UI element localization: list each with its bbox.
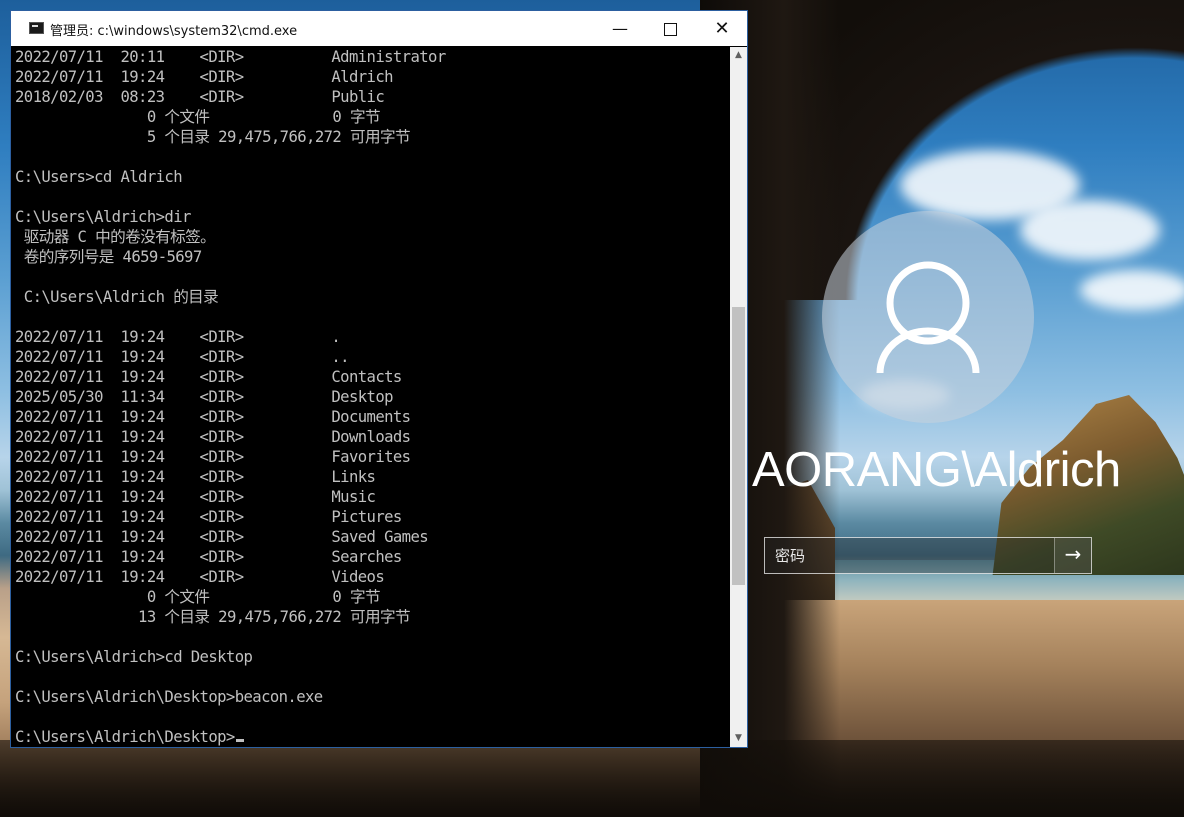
console-line: 2022/07/11 19:24 <DIR> Links xyxy=(15,468,376,486)
password-input[interactable] xyxy=(765,538,1056,573)
console-line: 2022/07/11 19:24 <DIR> Saved Games xyxy=(15,528,429,546)
text-cursor xyxy=(235,739,244,742)
window-title: 管理员: c:\windows\system32\cmd.exe xyxy=(50,24,298,39)
console-line: 2022/07/11 19:24 <DIR> Pictures xyxy=(15,508,402,526)
console-line: 13 个目录 29,475,766,272 可用字节 xyxy=(15,608,411,626)
user-avatar xyxy=(822,211,1034,423)
console-line: C:\Users\Aldrich 的目录 xyxy=(15,288,219,306)
minimize-button[interactable]: — xyxy=(597,11,643,46)
maximize-icon xyxy=(663,23,677,36)
console-line: 2025/05/30 11:34 <DIR> Desktop xyxy=(15,388,394,406)
console-line: 驱动器 C 中的卷没有标签。 xyxy=(15,228,216,246)
console-line: 2022/07/11 19:24 <DIR> Contacts xyxy=(15,368,402,386)
console-line: 2018/02/03 08:23 <DIR> Public xyxy=(15,88,385,106)
close-button[interactable]: ✕ xyxy=(699,11,745,46)
account-name: AORANG\Aldrich xyxy=(752,443,1121,497)
foreground-rocks xyxy=(0,740,1184,817)
console-line: 0 个文件 0 字节 xyxy=(15,588,381,606)
cmd-app-icon[interactable] xyxy=(29,22,44,34)
scroll-down-icon[interactable]: ▼ xyxy=(730,730,747,747)
vertical-scrollbar[interactable]: ▲ ▼ xyxy=(730,47,747,747)
console-line: 2022/07/11 19:24 <DIR> Aldrich xyxy=(15,68,394,86)
console-line: 2022/07/11 19:24 <DIR> Searches xyxy=(15,548,402,566)
console-line: 卷的序列号是 4659-5697 xyxy=(15,248,202,266)
console-line: 2022/07/11 19:24 <DIR> Downloads xyxy=(15,428,411,446)
console-line: C:\Users\Aldrich>dir xyxy=(15,208,191,226)
console-prompt-line[interactable]: C:\Users\Aldrich\Desktop> xyxy=(15,727,729,747)
console-line: 2022/07/11 19:24 <DIR> Videos xyxy=(15,568,385,586)
console-line: 2022/07/11 19:24 <DIR> .. xyxy=(15,348,350,366)
console-line: 2022/07/11 19:24 <DIR> Music xyxy=(15,488,376,506)
title-bar[interactable]: 管理员: c:\windows\system32\cmd.exe — ✕ xyxy=(11,11,747,46)
console-prompt: C:\Users\Aldrich\Desktop> xyxy=(15,728,235,746)
console-output[interactable]: 2022/07/11 20:11 <DIR> Administrator 2022… xyxy=(15,47,729,747)
scroll-up-icon[interactable]: ▲ xyxy=(730,47,747,64)
console-line: C:\Users\Aldrich\Desktop>beacon.exe xyxy=(15,688,323,706)
console-line: 0 个文件 0 字节 xyxy=(15,108,381,126)
console-line: C:\Users\Aldrich>cd Desktop xyxy=(15,648,253,666)
console-line: 2022/07/11 19:24 <DIR> . xyxy=(15,328,341,346)
console-line: C:\Users>cd Aldrich xyxy=(15,168,183,186)
password-box: → xyxy=(764,537,1092,574)
cmd-window[interactable]: 管理员: c:\windows\system32\cmd.exe — ✕ 202… xyxy=(10,10,748,748)
console-line: 2022/07/11 20:11 <DIR> Administrator xyxy=(15,48,446,66)
maximize-button[interactable] xyxy=(647,11,693,46)
console-line: 5 个目录 29,475,766,272 可用字节 xyxy=(15,128,411,146)
scroll-thumb[interactable] xyxy=(732,307,745,585)
user-icon xyxy=(876,261,980,374)
console-line: 2022/07/11 19:24 <DIR> Documents xyxy=(15,408,411,426)
console-line: 2022/07/11 19:24 <DIR> Favorites xyxy=(15,448,411,466)
submit-arrow-icon[interactable]: → xyxy=(1054,538,1091,573)
